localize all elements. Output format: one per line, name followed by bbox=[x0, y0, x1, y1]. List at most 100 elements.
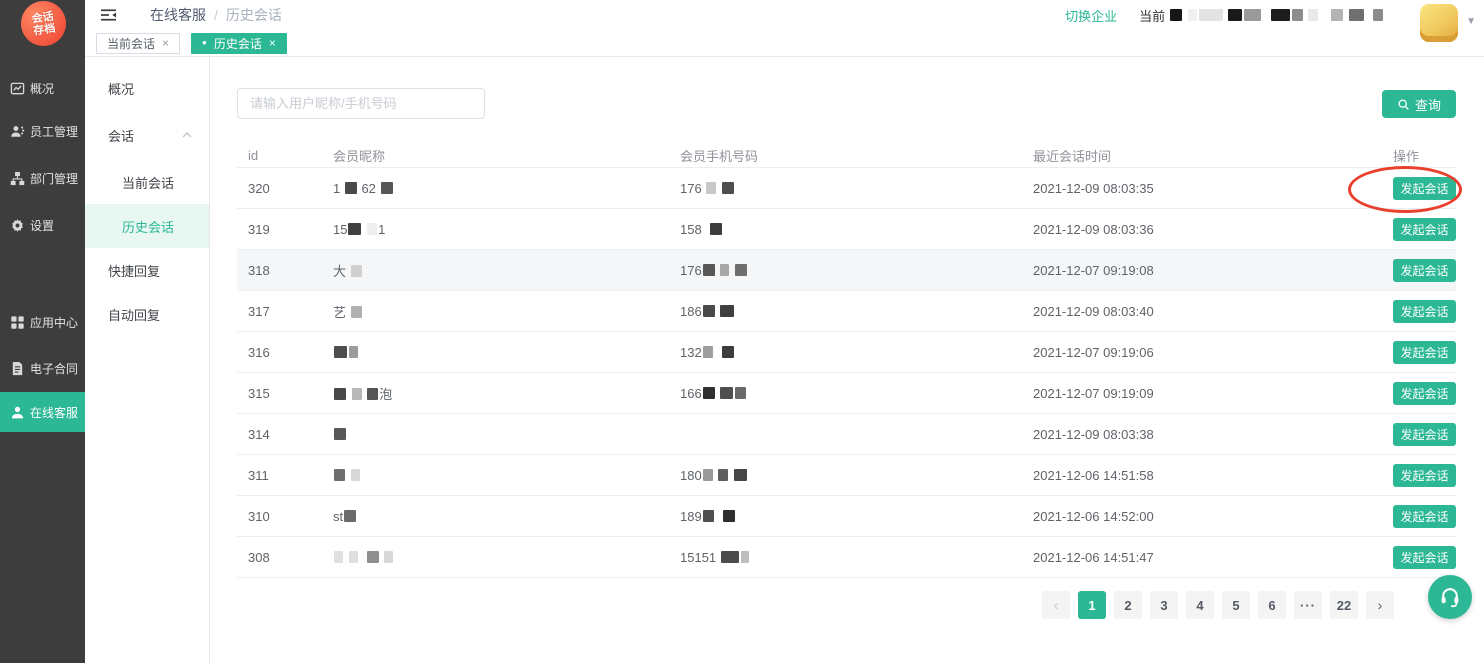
row-action: 发起会话 bbox=[1382, 423, 1456, 446]
start-conversation-button[interactable]: 发起会话 bbox=[1393, 382, 1456, 405]
row-nickname: 大 bbox=[322, 261, 669, 280]
pagination-prev-icon[interactable]: ‹ bbox=[1042, 591, 1070, 619]
text-fragment bbox=[714, 468, 718, 483]
query-button[interactable]: 查询 bbox=[1382, 90, 1456, 118]
start-conversation-button[interactable]: 发起会话 bbox=[1393, 423, 1456, 446]
table-row[interactable]: 319 15 1 158 2021-12-09 08:03:36 发起会话 bbox=[237, 209, 1456, 250]
tab-当前会话[interactable]: 当前会话× bbox=[96, 33, 180, 54]
secnav-item-概况[interactable]: 概况 bbox=[85, 66, 209, 110]
text-fragment bbox=[380, 550, 384, 565]
row-id: 315 bbox=[237, 386, 322, 401]
table-row[interactable]: 311 180 2021-12-06 14:51:58 发起会话 bbox=[237, 455, 1456, 496]
text-fragment bbox=[1319, 8, 1330, 23]
start-conversation-button[interactable]: 发起会话 bbox=[1393, 259, 1456, 282]
censored-block bbox=[703, 305, 715, 317]
censored-block bbox=[1170, 9, 1182, 21]
text-fragment bbox=[1224, 8, 1228, 23]
employees-icon bbox=[10, 124, 25, 139]
secnav-item-会话[interactable]: 会话 bbox=[85, 110, 209, 160]
search-input[interactable] bbox=[237, 88, 485, 119]
censored-block bbox=[1228, 9, 1242, 21]
text-fragment: 176 bbox=[680, 263, 702, 278]
row-action: 发起会话 bbox=[1382, 218, 1456, 241]
censored-block bbox=[345, 182, 357, 194]
start-conversation-button[interactable]: 发起会话 bbox=[1393, 546, 1456, 569]
pagination-page-22[interactable]: 22 bbox=[1330, 591, 1358, 619]
table-row[interactable]: 318 大 176 2021-12-07 09:19:08 发起会话 bbox=[237, 250, 1456, 291]
logo-line2: 存档 bbox=[33, 22, 56, 37]
text-fragment: 166 bbox=[680, 386, 702, 401]
sidebar-collapse-icon[interactable] bbox=[100, 8, 117, 22]
sidebar-item-customer-service[interactable]: 在线客服 bbox=[0, 392, 85, 432]
pagination-page-4[interactable]: 4 bbox=[1186, 591, 1214, 619]
current-company-label: 当前 bbox=[1139, 6, 1165, 25]
row-nickname bbox=[322, 427, 669, 442]
contract-icon bbox=[10, 361, 25, 376]
text-fragment bbox=[717, 181, 721, 196]
censored-block bbox=[344, 510, 356, 522]
sidebar-item-apps[interactable]: 应用中心 bbox=[0, 302, 85, 342]
table-row[interactable]: 320 1 62 176 2021-12-09 08:03:35 发起会话 bbox=[237, 168, 1456, 209]
sidebar-item-employees[interactable]: 员工管理 bbox=[0, 111, 85, 151]
row-action: 发起会话 bbox=[1382, 546, 1456, 569]
pagination-page-2[interactable]: 2 bbox=[1114, 591, 1142, 619]
pagination-next-icon[interactable]: › bbox=[1366, 591, 1394, 619]
sidebar-item-label: 设置 bbox=[30, 217, 54, 234]
table-row[interactable]: 308 15151 2021-12-06 14:51:47 发起会话 bbox=[237, 537, 1456, 578]
text-fragment bbox=[346, 468, 350, 483]
censored-block bbox=[703, 346, 713, 358]
floating-customer-service-button[interactable] bbox=[1428, 575, 1472, 619]
secnav-item-自动回复[interactable]: 自动回复 bbox=[85, 292, 209, 336]
table-row[interactable]: 315 泡 166 2021-12-07 09:19:09 发起会话 bbox=[237, 373, 1456, 414]
sidebar-item-gear[interactable]: 设置 bbox=[0, 205, 85, 245]
censored-block bbox=[1349, 9, 1364, 21]
row-id: 314 bbox=[237, 427, 322, 442]
main-content: 查询 id 会员昵称 会员手机号码 最近会话时间 操作 320 1 62 176… bbox=[211, 57, 1484, 663]
chart-icon bbox=[10, 81, 25, 96]
history-table: id 会员昵称 会员手机号码 最近会话时间 操作 320 1 62 176 20… bbox=[237, 143, 1456, 578]
row-nickname bbox=[322, 345, 669, 360]
censored-block bbox=[349, 551, 358, 563]
pagination-ellipsis[interactable]: ··· bbox=[1294, 591, 1322, 619]
sidebar-item-departments[interactable]: 部门管理 bbox=[0, 158, 85, 198]
text-fragment: 泡 bbox=[379, 387, 392, 402]
table-row[interactable]: 316 132 2021-12-07 09:19:06 发起会话 bbox=[237, 332, 1456, 373]
text-fragment bbox=[702, 181, 706, 196]
avatar-caret-down-icon[interactable]: ▼ bbox=[1466, 16, 1476, 27]
text-fragment bbox=[714, 345, 721, 360]
sidebar-item-contract[interactable]: 电子合同 bbox=[0, 348, 85, 388]
pagination-page-5[interactable]: 5 bbox=[1222, 591, 1250, 619]
secnav-item-历史会话[interactable]: 历史会话 bbox=[85, 204, 209, 248]
pagination-page-3[interactable]: 3 bbox=[1150, 591, 1178, 619]
censored-block bbox=[703, 264, 715, 276]
table-row[interactable]: 314 2021-12-09 08:03:38 发起会话 bbox=[237, 414, 1456, 455]
user-avatar[interactable] bbox=[1420, 4, 1458, 42]
breadcrumb-section[interactable]: 在线客服 bbox=[150, 5, 206, 25]
pagination-page-1[interactable]: 1 bbox=[1078, 591, 1106, 619]
tab-close-icon[interactable]: × bbox=[269, 36, 276, 50]
row-phone: 186 bbox=[669, 304, 1022, 319]
sidebar-item-chart[interactable]: 概况 bbox=[0, 68, 85, 108]
row-time: 2021-12-07 09:19:06 bbox=[1022, 345, 1382, 360]
row-time: 2021-12-07 09:19:08 bbox=[1022, 263, 1382, 278]
start-conversation-button[interactable]: 发起会话 bbox=[1393, 341, 1456, 364]
tab-历史会话[interactable]: ●历史会话× bbox=[191, 33, 287, 54]
start-conversation-button[interactable]: 发起会话 bbox=[1393, 218, 1456, 241]
table-row[interactable]: 310 st 189 2021-12-06 14:52:00 发起会话 bbox=[237, 496, 1456, 537]
start-conversation-button[interactable]: 发起会话 bbox=[1393, 300, 1456, 323]
censored-block bbox=[735, 264, 747, 276]
censored-block bbox=[334, 551, 343, 563]
censored-block bbox=[334, 388, 346, 400]
start-conversation-button[interactable]: 发起会话 bbox=[1393, 177, 1456, 200]
secnav-item-当前会话[interactable]: 当前会话 bbox=[85, 160, 209, 204]
start-conversation-button[interactable]: 发起会话 bbox=[1393, 505, 1456, 528]
censored-block bbox=[1331, 9, 1343, 21]
table-row[interactable]: 317 艺 186 2021-12-09 08:03:40 发起会话 bbox=[237, 291, 1456, 332]
secnav-item-快捷回复[interactable]: 快捷回复 bbox=[85, 248, 209, 292]
switch-company-link[interactable]: 切换企业 bbox=[1065, 6, 1117, 25]
tab-close-icon[interactable]: × bbox=[162, 36, 169, 50]
start-conversation-button[interactable]: 发起会话 bbox=[1393, 464, 1456, 487]
text-fragment: 158 bbox=[680, 222, 702, 237]
secnav-item-label: 当前会话 bbox=[122, 173, 174, 192]
pagination-page-6[interactable]: 6 bbox=[1258, 591, 1286, 619]
